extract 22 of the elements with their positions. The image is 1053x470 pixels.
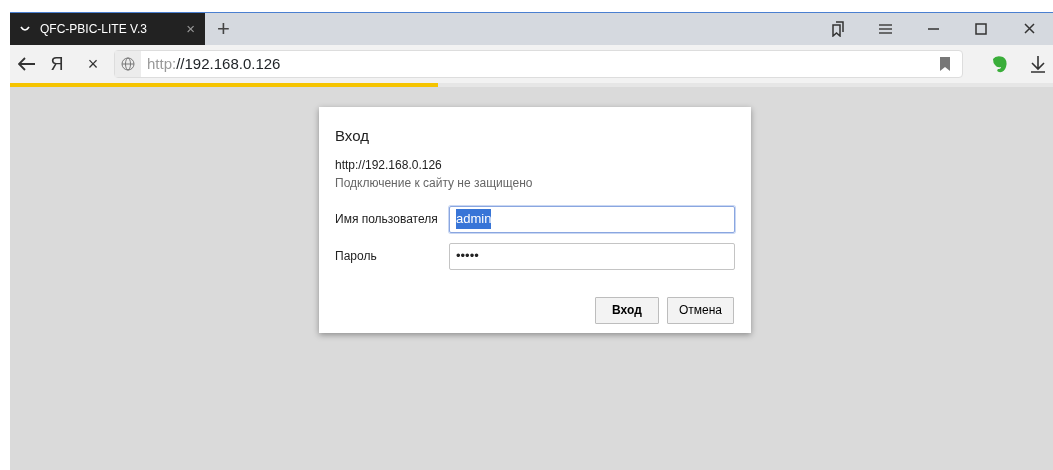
download-icon[interactable] [1029, 55, 1047, 73]
tab-title: QFC-PBIC-LITE V.3 [40, 21, 147, 38]
yandex-logo[interactable]: Я [42, 50, 72, 78]
field-label: Пароль [335, 248, 378, 265]
tab-close-button[interactable]: × [186, 17, 195, 41]
input-field[interactable]: admin [449, 205, 735, 233]
browser-tab[interactable]: QFC-PBIC-LITE V.3 × [10, 13, 205, 45]
url-text: http://192.168.0.126 [147, 53, 281, 74]
dialog-title: Вход [335, 126, 370, 146]
globe-icon [121, 57, 135, 71]
login-button[interactable]: Вход [594, 296, 659, 324]
loading-icon [20, 26, 30, 32]
site-url: http://192.168.0.126 [335, 156, 443, 174]
security-warning: Подключение к сайту не защищено [335, 174, 534, 192]
back-arrow-icon[interactable] [18, 57, 36, 71]
stop-button[interactable]: × [78, 50, 108, 78]
field-label: Имя пользователя [335, 211, 439, 228]
address-bar[interactable]: http://192.168.0.126 [114, 50, 963, 78]
cancel-button[interactable]: Отмена [666, 296, 734, 324]
new-tab-button[interactable]: + [217, 18, 230, 40]
bookmark-icon[interactable] [940, 57, 950, 71]
input-field[interactable]: ••••• [449, 242, 735, 270]
